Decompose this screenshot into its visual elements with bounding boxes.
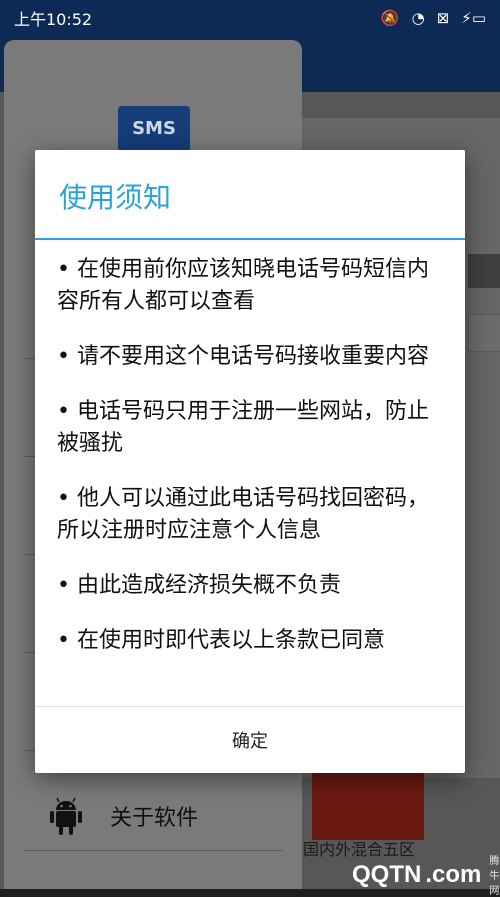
drawer-divider	[24, 850, 282, 851]
drawer-item-about[interactable]: 关于软件	[48, 796, 198, 836]
background-field	[468, 314, 500, 352]
notice-item: • 电话号码只用于注册一些网站，防止被骚扰	[57, 399, 429, 456]
notice-item: • 在使用前你应该知晓电话号码短信内容所有人都可以查看	[57, 257, 429, 314]
dialog-title: 使用须知	[59, 181, 172, 214]
qqtn-watermark: QQTN .com 腾牛网	[352, 852, 500, 897]
watermark-small: 腾牛网	[489, 856, 500, 897]
notice-item: • 他人可以通过此电话号码找回密码，所以注册时应注意个人信息	[57, 486, 429, 543]
notice-item: • 在使用时即代表以上条款已同意	[57, 628, 385, 653]
confirm-button[interactable]: 确定	[35, 707, 465, 773]
sms-logo-icon: SMS	[118, 106, 190, 152]
watermark-brand: QQTN	[352, 860, 422, 888]
notice-item: • 由此造成经济损失概不负责	[57, 573, 341, 598]
android-icon	[50, 797, 82, 835]
drawer-item-label: 关于软件	[110, 806, 199, 831]
usage-notice-dialog: 使用须知 • 在使用前你应该知晓电话号码短信内容所有人都可以查看 • 请不要用这…	[35, 150, 465, 773]
wifi-icon: ◔	[411, 8, 425, 27]
notice-item: • 请不要用这个电话号码接收重要内容	[57, 344, 429, 369]
background-image	[312, 770, 424, 840]
watermark-suffix: .com	[425, 860, 482, 888]
mute-icon: 🔕	[380, 8, 400, 27]
battery-charging-icon: ⚡▭	[461, 8, 486, 27]
dialog-title-divider	[35, 238, 465, 240]
status-time: 上午10:52	[14, 10, 93, 29]
status-icons: 🔕 ◔ ⊠ ⚡▭	[380, 8, 486, 27]
background-field	[468, 254, 500, 288]
status-bar: 上午10:52 🔕 ◔ ⊠ ⚡▭	[0, 0, 500, 36]
sim-icon: ⊠	[436, 8, 450, 27]
dialog-body: • 在使用前你应该知晓电话号码短信内容所有人都可以查看 • 请不要用这个电话号码…	[57, 254, 449, 680]
